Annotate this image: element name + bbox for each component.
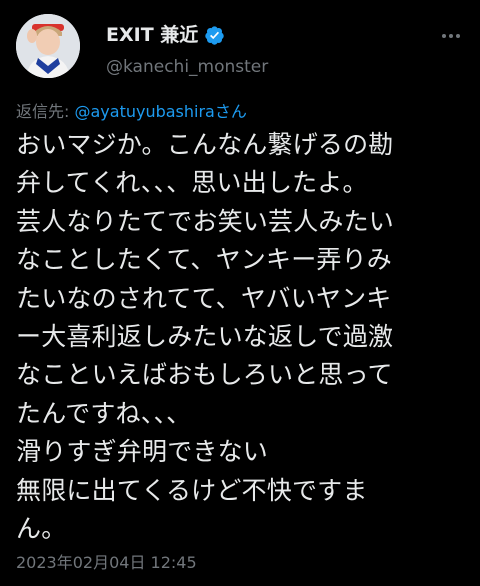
reply-mention-link[interactable]: @ayatuyubashiraさん bbox=[74, 102, 246, 121]
tweet-text-line: 滑りすぎ弁明できない bbox=[16, 437, 269, 467]
tweet-text-line: たんですね、、、 bbox=[16, 398, 192, 428]
tweet-text-line: おいマジか。こんなん繋げるの勘 bbox=[16, 130, 394, 159]
tweet-text-line: ん。 bbox=[16, 514, 67, 544]
more-dot bbox=[442, 34, 446, 38]
more-options-icon[interactable] bbox=[436, 26, 466, 46]
tweet-text-line: 芸人なりたてでお笑い芸人みたい bbox=[16, 206, 395, 236]
more-dot bbox=[449, 34, 453, 38]
reply-to-line: 返信先: @ayatuyubashiraさん bbox=[16, 101, 247, 123]
profile-photo-icon bbox=[16, 14, 80, 78]
more-dot bbox=[456, 34, 460, 38]
tweet-text-line: 無限に出てくるけど不快ですま bbox=[16, 475, 368, 505]
tweet-text-line: たいなのされてて、ヤバいヤンキ bbox=[16, 283, 392, 313]
avatar[interactable] bbox=[16, 14, 80, 78]
tweet-text-line: なこといえばおもしろいと思って bbox=[16, 360, 393, 390]
tweet-timestamp[interactable]: 2023年02月04日 12:45 bbox=[16, 552, 197, 574]
reply-to-prefix: 返信先: bbox=[16, 102, 75, 121]
tweet-text-line: ー大喜利返しみたいな返しで過激 bbox=[16, 322, 394, 352]
author-display-name[interactable]: EXIT 兼近 bbox=[106, 23, 198, 47]
author-name-row: EXIT 兼近 bbox=[106, 23, 225, 47]
tweet-text-line: なことしたくて、ヤンキー弄りみ bbox=[16, 245, 393, 275]
author-handle[interactable]: @kanechi_monster bbox=[106, 56, 268, 78]
tweet-text: おいマジか。こんなん繋げるの勘 弁してくれ、、、思い出したよ。 芸人なりたてでお… bbox=[16, 126, 466, 548]
verified-badge-icon bbox=[204, 25, 225, 46]
tweet-text-line: 弁してくれ、、、思い出したよ。 bbox=[16, 168, 368, 198]
